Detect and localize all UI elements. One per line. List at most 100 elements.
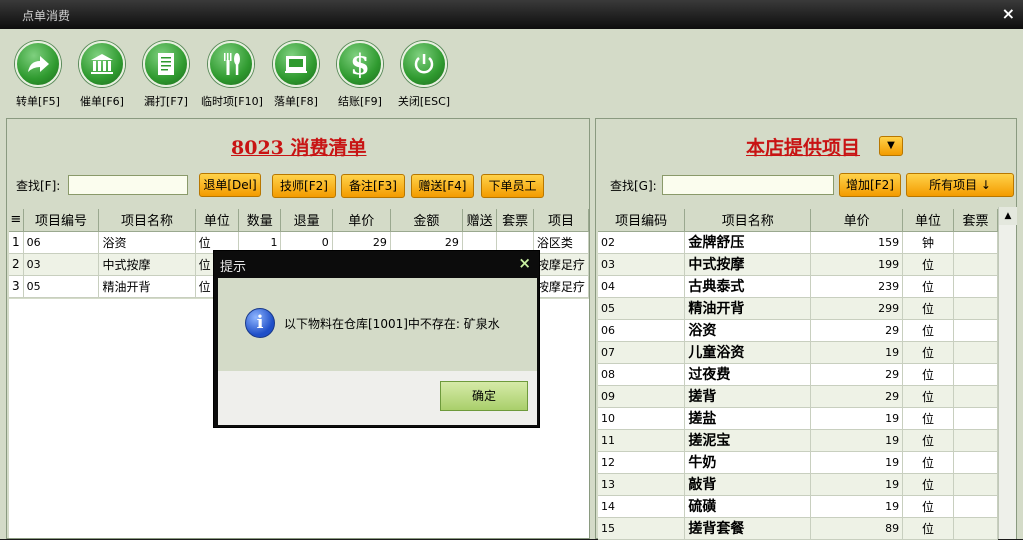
item-code: 14 — [598, 495, 686, 518]
remark-button[interactable]: 备注[F3] — [341, 174, 405, 198]
dialog-footer: 确定 — [218, 371, 537, 425]
item-code: 11 — [598, 429, 686, 452]
gift-button[interactable]: 赠送[F4] — [411, 174, 474, 198]
table-row[interactable]: 08 过夜费 29 位 — [598, 363, 998, 386]
category: 按摩足疗 — [533, 253, 590, 276]
technician-button[interactable]: 技师[F2] — [272, 174, 336, 198]
table-row[interactable]: 12 牛奶 19 位 — [598, 451, 998, 474]
table-row[interactable]: 10 搓盐 19 位 — [598, 407, 998, 430]
column-header[interactable]: 单位 — [902, 209, 955, 232]
column-header[interactable]: 退量 — [280, 209, 333, 232]
consumption-title: 8023 消费清单 — [231, 137, 367, 159]
close-button[interactable]: 关闭[ESC] — [394, 41, 454, 109]
item-name: 浴资 — [684, 319, 812, 342]
table-row[interactable]: 14 硫磺 19 位 — [598, 495, 998, 518]
column-header[interactable]: 单位 — [195, 209, 240, 232]
table-row[interactable]: 06 浴资 29 位 — [598, 319, 998, 342]
item-code: 02 — [598, 231, 686, 254]
column-header[interactable]: 赠送 — [462, 209, 498, 232]
voucher — [953, 495, 998, 518]
right-search-label: 查找[G]: — [610, 179, 657, 193]
voucher — [953, 517, 998, 540]
table-row[interactable]: 11 搓泥宝 19 位 — [598, 429, 998, 452]
toolbar-label: 转单[F5] — [16, 95, 60, 108]
table-row[interactable]: 07 儿童浴资 19 位 — [598, 341, 998, 364]
voucher — [953, 473, 998, 496]
unit: 位 — [902, 275, 955, 298]
unit: 位 — [902, 253, 955, 276]
item-name: 中式按摩 — [98, 253, 196, 276]
right-search-input[interactable] — [662, 175, 834, 195]
column-header[interactable]: 套票 — [496, 209, 534, 232]
add-item-button[interactable]: 增加[F2] — [839, 173, 901, 197]
unit-price: 19 — [810, 341, 904, 364]
table-header: 项目编码 项目名称 单价 单位 套票 — [598, 209, 998, 232]
unit: 位 — [902, 451, 955, 474]
table-row[interactable]: 02 金牌舒压 159 钟 — [598, 231, 998, 254]
all-items-dropdown[interactable]: 所有项目 ↓ — [906, 173, 1014, 197]
column-header[interactable]: 单价 — [332, 209, 391, 232]
item-code: 06 — [23, 231, 100, 254]
table-row[interactable]: 09 搓背 29 位 — [598, 385, 998, 408]
column-header[interactable]: 项目名称 — [98, 209, 196, 232]
window-close-button[interactable]: × — [1002, 4, 1015, 23]
unit-price: 19 — [810, 495, 904, 518]
scrollbar[interactable]: ▲ — [998, 207, 1017, 539]
alert-dialog: 提示 × i 以下物料在仓库[1001]中不存在: 矿泉水 确定 — [213, 250, 540, 428]
temp-item-button[interactable]: 临时项[F10] — [201, 41, 263, 109]
title-bar: 点单消费 × — [0, 0, 1023, 29]
unit: 位 — [902, 517, 955, 540]
item-name: 搓盐 — [684, 407, 812, 430]
unit-price: 29 — [810, 385, 904, 408]
unit: 位 — [902, 341, 955, 364]
items-panel: 本店提供项目 ▼ 查找[G]: 增加[F2] 所有项目 ↓ 项目编码 项目名称 … — [595, 118, 1017, 540]
ok-button[interactable]: 确定 — [440, 381, 528, 411]
item-code: 05 — [23, 275, 100, 298]
column-header[interactable]: 数量 — [238, 209, 282, 232]
order-staff-button[interactable]: 下单员工 — [481, 174, 544, 198]
reprint-button[interactable]: 漏打[F7] — [136, 41, 196, 109]
unit: 位 — [902, 407, 955, 430]
table-row[interactable]: 15 搓背套餐 89 位 — [598, 517, 998, 540]
cancel-order-button[interactable]: 退单[Del] — [199, 173, 261, 197]
dialog-close-button[interactable]: × — [518, 254, 531, 272]
column-header[interactable]: 金额 — [390, 209, 463, 232]
scroll-up-icon[interactable]: ▲ — [999, 207, 1017, 225]
left-search-input[interactable] — [68, 175, 188, 195]
table-row[interactable]: 13 敲背 19 位 — [598, 473, 998, 496]
voucher — [953, 407, 998, 430]
table-row[interactable]: 04 古典泰式 239 位 — [598, 275, 998, 298]
unit: 钟 — [902, 231, 955, 254]
column-header[interactable]: 单价 — [810, 209, 904, 232]
column-header[interactable]: 项目 — [533, 209, 590, 232]
transfer-order-button[interactable]: 转单[F5] — [8, 41, 68, 109]
item-code: 04 — [598, 275, 686, 298]
unit-price: 19 — [810, 429, 904, 452]
dialog-title: 提示 — [220, 260, 247, 275]
column-header[interactable]: 项目名称 — [684, 209, 812, 232]
item-code: 07 — [598, 341, 686, 364]
dialog-title-bar: 提示 × — [214, 251, 539, 277]
item-code: 10 — [598, 407, 686, 430]
voucher — [953, 429, 998, 452]
item-name: 浴资 — [98, 231, 196, 254]
rush-order-button[interactable]: 催单[F6] — [72, 41, 132, 109]
unit-price: 19 — [810, 451, 904, 474]
column-header[interactable]: 项目编号 — [23, 209, 100, 232]
row-index: 3 — [9, 275, 24, 298]
checkout-button[interactable]: $ 结账[F9] — [330, 41, 390, 109]
unit: 位 — [902, 495, 955, 518]
chevron-down-icon[interactable]: ▼ — [879, 136, 903, 156]
place-order-button[interactable]: 落单[F8] — [266, 41, 326, 109]
item-name: 硫磺 — [684, 495, 812, 518]
forward-arrow-icon — [15, 41, 61, 87]
unit-price: 199 — [810, 253, 904, 276]
item-name: 中式按摩 — [684, 253, 812, 276]
column-header[interactable]: ≡ — [9, 209, 24, 232]
column-header[interactable]: 套票 — [953, 209, 998, 232]
table-row[interactable]: 03 中式按摩 199 位 — [598, 253, 998, 276]
table-row[interactable]: 05 精油开背 299 位 — [598, 297, 998, 320]
item-name: 搓泥宝 — [684, 429, 812, 452]
column-header[interactable]: 项目编码 — [598, 209, 686, 232]
toolbar-label: 漏打[F7] — [144, 95, 188, 108]
